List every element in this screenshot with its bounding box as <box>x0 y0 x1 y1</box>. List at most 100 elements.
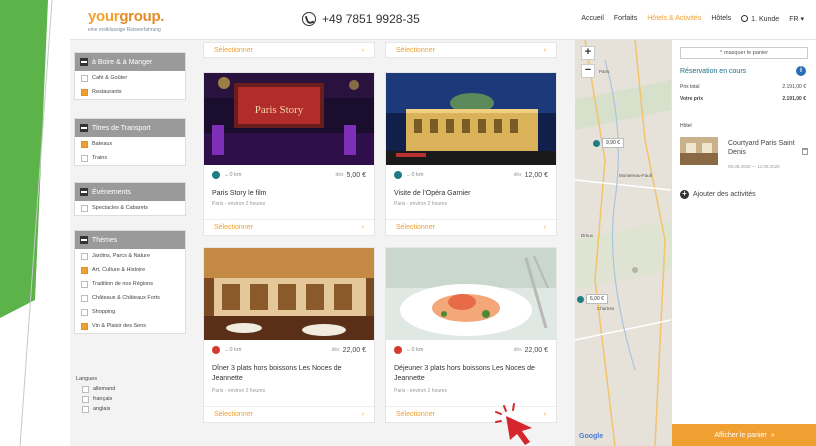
show-cart-button[interactable]: Afficher le panier » <box>672 424 816 446</box>
checkbox[interactable] <box>81 204 88 212</box>
activity-card[interactable]: ↔ 0 km dès 22,00 € Dîner 3 plats hors bo… <box>203 247 375 423</box>
hotel-dates: 09.08.2020 — 11.08.2020 <box>728 164 780 169</box>
checkbox[interactable] <box>82 405 89 413</box>
nav-item[interactable]: 1. Kunde <box>741 15 779 23</box>
svg-text:Paris Story: Paris Story <box>255 104 304 116</box>
hide-cart-button[interactable]: ^ masquer le panier <box>680 47 808 59</box>
language-option[interactable]: anglais <box>76 404 115 414</box>
price-prefix: dès <box>513 172 522 178</box>
hotel-name[interactable]: Courtyard Paris Saint Denis <box>728 139 798 157</box>
nav-item-label: Accueil <box>581 15 604 22</box>
card-subtitle: Paris - environ 2 heures <box>394 201 448 207</box>
filter-option[interactable]: Châteaux & Châteaux Forts <box>75 291 185 305</box>
filter-option[interactable]: Bateaux <box>75 137 185 151</box>
trash-icon[interactable] <box>802 148 808 155</box>
select-button-top-1[interactable]: Sélectionner › <box>203 42 375 58</box>
filter-group-title: Événements <box>92 188 131 196</box>
nav-item[interactable]: Forfaits <box>614 15 637 23</box>
language-option[interactable]: français <box>76 394 115 404</box>
select-button[interactable]: Sélectionner › <box>204 406 374 422</box>
show-cart-label: Afficher le panier <box>714 431 767 439</box>
price: 22,00 € <box>524 346 548 354</box>
card-title: Visite de l’Opéra Garnier <box>394 190 471 197</box>
filter-option[interactable]: Spectacles & Cabarets <box>75 201 185 215</box>
map-price-pin[interactable]: 9,90 € <box>593 138 624 148</box>
checkbox[interactable] <box>81 154 88 162</box>
phone-contact[interactable]: +49 7851 9928-35 <box>302 12 420 26</box>
select-label: Sélectionner <box>214 411 253 418</box>
filter-group-header[interactable]: Thèmes <box>75 231 185 249</box>
google-logo: Google <box>579 433 604 440</box>
filter-option[interactable]: Jardins, Parcs & Nature <box>75 249 185 263</box>
site-logo[interactable]: yourgroup. <box>88 8 164 25</box>
checkbox[interactable] <box>82 385 89 393</box>
activity-photo: Paris Story <box>204 73 374 165</box>
logo-tagline: eine erstklassige Reiseerfahrung <box>88 27 161 33</box>
filter-option[interactable]: Restaurants <box>75 85 185 99</box>
map-place-label: Chartres <box>597 306 615 311</box>
zoom-out-button[interactable]: − <box>581 64 595 78</box>
map-view[interactable]: + − Montereau-Fault Chartres Dreux Paris… <box>575 40 671 446</box>
zoom-in-button[interactable]: + <box>581 46 595 60</box>
checkbox[interactable] <box>81 74 88 82</box>
chevron-right-icon: › <box>543 46 546 54</box>
price: 12,00 € <box>524 171 548 179</box>
price: 5,00 € <box>346 171 366 179</box>
price: 22,00 € <box>342 346 366 354</box>
nav-item-label: Forfaits <box>613 15 638 22</box>
card-subtitle: Paris - environ 2 heures <box>212 388 266 394</box>
user-icon <box>741 15 749 22</box>
activity-card[interactable]: ↔ 0 km dès 22,00 € Déjeuner 3 plats hors… <box>385 247 557 423</box>
filter-option[interactable]: Vin & Plaisir des Sens <box>75 319 185 333</box>
map-price-pin[interactable]: 6,00 € <box>577 294 608 304</box>
language-option[interactable]: allemand <box>76 384 115 394</box>
info-icon[interactable]: i <box>796 66 806 76</box>
checkbox[interactable] <box>81 266 88 274</box>
filter-option-label: Café & Goûter <box>92 75 128 81</box>
nav-item[interactable]: FR ▾ <box>789 15 804 23</box>
select-button[interactable]: Sélectionner › <box>204 219 374 235</box>
cart-line-value: 2.191,00 € <box>782 84 806 90</box>
filter-option[interactable]: Tradition de nos Régions <box>75 277 185 291</box>
filter-group-header[interactable]: Événements <box>75 183 185 201</box>
filter-group-header[interactable]: à Boire & à Manger <box>75 53 185 71</box>
select-button[interactable]: Sélectionner › <box>386 219 556 235</box>
select-label: Sélectionner <box>396 224 435 231</box>
checkbox[interactable] <box>81 294 88 302</box>
filter-option-label: Vin & Plaisir des Sens <box>92 323 147 329</box>
card-title: Dîner 3 plats hors boissons Les Noces de… <box>212 365 342 382</box>
language-option-label: français <box>93 396 113 402</box>
checkbox[interactable] <box>81 280 88 288</box>
nav-item[interactable]: Accueil <box>581 15 604 23</box>
filter-group-header[interactable]: Titres de Transport <box>75 119 185 137</box>
checkbox[interactable] <box>82 395 89 403</box>
hotel-photo <box>680 137 718 165</box>
checkbox[interactable] <box>81 322 88 330</box>
activity-photo <box>386 73 556 165</box>
nav-item[interactable]: Hôtels <box>711 15 731 23</box>
add-activities-button[interactable]: + Ajouter des activités <box>680 190 756 199</box>
checkbox[interactable] <box>81 88 88 96</box>
filter-option[interactable]: Shopping <box>75 305 185 319</box>
category-dot <box>212 171 220 179</box>
select-button-top-2[interactable]: Sélectionner › <box>385 42 557 58</box>
card-meta: ↔ 0 km dès 22,00 € <box>394 345 548 355</box>
filter-option[interactable]: Trains <box>75 151 185 165</box>
checkbox[interactable] <box>81 140 88 148</box>
nav-item[interactable]: Hôtels & Activités <box>647 15 701 23</box>
category-dot <box>212 346 220 354</box>
chevron-right-icon: › <box>361 224 364 231</box>
checkbox[interactable] <box>81 308 88 316</box>
cart-line-label: Votre prix <box>680 96 703 102</box>
checkbox[interactable] <box>81 252 88 260</box>
filter-option-label: Tradition de nos Régions <box>92 281 153 287</box>
filter-option[interactable]: Café & Goûter <box>75 71 185 85</box>
collapse-icon <box>80 124 88 132</box>
filter-option[interactable]: Art, Culture & Histoire <box>75 263 185 277</box>
nav-item-label: Hôtels & Activités <box>647 15 702 22</box>
filter-option-label: Bateaux <box>92 141 113 147</box>
language-filter: Langues allemand français anglais <box>76 374 115 414</box>
activity-card[interactable]: Paris Story ↔ 0 km dès 5,00 € Paris Stor… <box>203 72 375 236</box>
chevron-right-icon: › <box>543 224 546 231</box>
activity-card[interactable]: ↔ 0 km dès 12,00 € Visite de l’Opéra Gar… <box>385 72 557 236</box>
